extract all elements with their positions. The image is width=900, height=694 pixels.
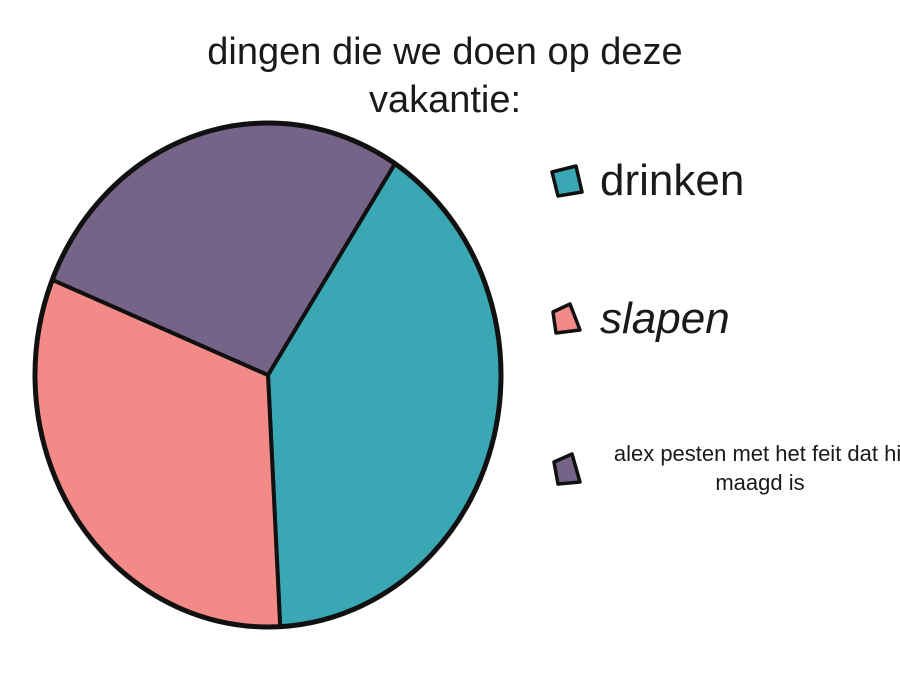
legend-swatch-alex-pesten: [552, 451, 582, 486]
legend-swatch-drinken: [550, 164, 584, 198]
legend-label-alex-pesten: alex pesten met het feit dat hij maagd i…: [613, 441, 900, 495]
legend-label-slapen: slapen: [600, 294, 730, 343]
legend-item-slapen: slapen: [548, 294, 730, 343]
legend-swatch-slapen: [551, 302, 582, 335]
legend-item-alex-pesten: alex pesten met het feit dat hij maagd i…: [548, 440, 900, 497]
legend-label-drinken: drinken: [600, 156, 745, 205]
legend-item-drinken: drinken: [548, 156, 745, 205]
pie-chart: [32, 120, 504, 630]
